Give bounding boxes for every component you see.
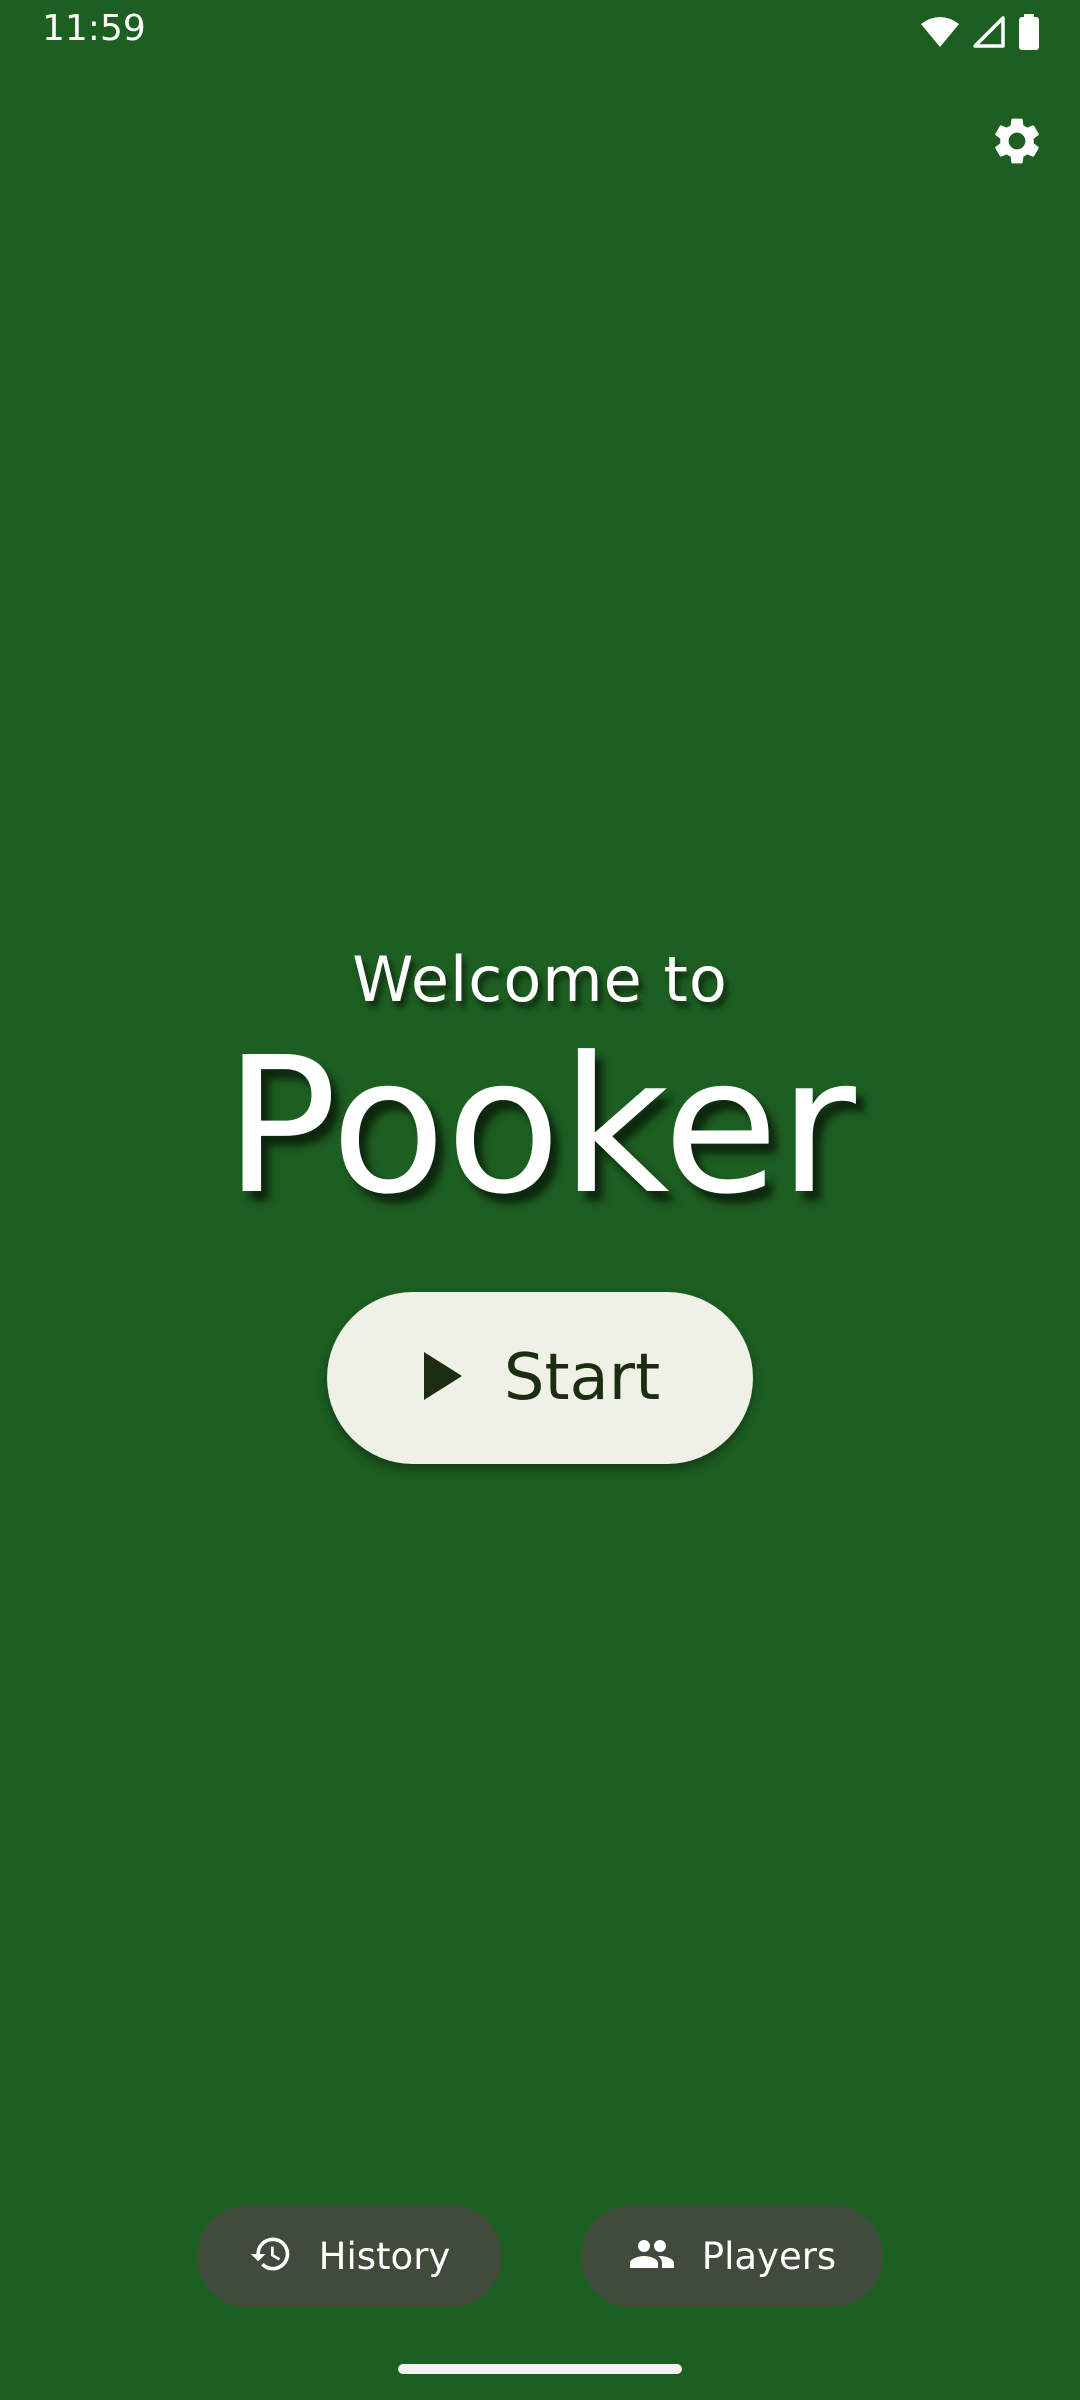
hero: Welcome to Pooker [0,940,1080,1232]
play-icon [420,1350,464,1406]
wifi-icon [920,16,960,48]
status-time: 11:59 [42,8,146,49]
people-icon [628,2230,676,2282]
start-button[interactable]: Start [327,1292,753,1464]
home-indicator[interactable] [398,2364,682,2374]
start-label: Start [503,1341,661,1415]
signal-icon [972,15,1006,49]
battery-icon [1018,14,1040,50]
history-button[interactable]: History [197,2205,502,2307]
app-title: Pooker [224,1017,856,1236]
status-icons [920,12,1040,52]
settings-button[interactable] [982,108,1052,178]
gear-icon [989,113,1045,173]
players-label: Players [701,2234,837,2278]
status-bar: 11:59 [0,0,1080,62]
welcome-text: Welcome to [352,943,728,1016]
players-button[interactable]: Players [581,2205,883,2307]
history-label: History [318,2234,451,2278]
history-icon [249,2232,293,2280]
